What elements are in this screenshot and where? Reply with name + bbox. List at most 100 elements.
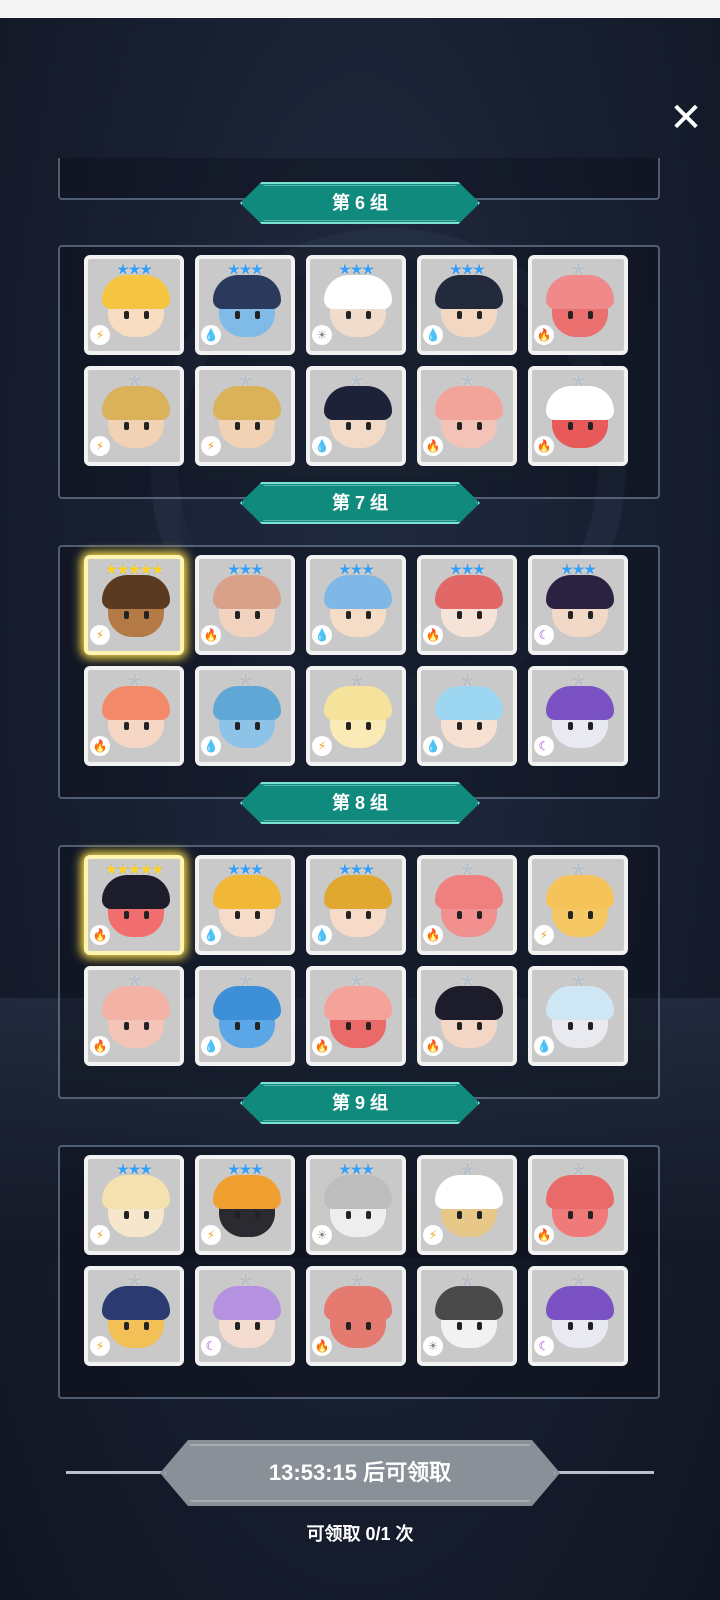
star-rating-icon: ★	[239, 1272, 252, 1288]
water-element-icon: 💧	[312, 436, 332, 456]
hero-card[interactable]: ★ 💧	[417, 666, 517, 766]
reward-groups-list[interactable]: 第 6 组 ★★★ ⚡ ★★★ 💧 ★★★ ☀ ★★★ 💧 ★ 🔥 ★ ⚡ ★ ⚡ ★ 💧 ★ 🔥 ★ 🔥 第 7 组 ★★…	[0, 158, 720, 1410]
hero-card[interactable]: ★★★ 🔥	[417, 555, 517, 655]
fire-element-icon: 🔥	[312, 1036, 332, 1056]
hero-card[interactable]: ★ 💧	[528, 966, 628, 1066]
hero-card[interactable]: ★ 🔥	[306, 966, 406, 1066]
hero-hair	[102, 875, 170, 909]
light-element-icon: ☀	[312, 1225, 332, 1245]
hero-eye	[235, 1211, 240, 1219]
hero-card[interactable]: ★★★ 💧	[306, 855, 406, 955]
hero-eye	[457, 911, 462, 919]
star-rating-icon: ★★★	[449, 561, 486, 577]
hero-eye	[366, 1322, 371, 1330]
claim-timer-label: 13:53:15 后可领取	[268, 1460, 452, 1485]
dark-element-icon: ☾	[534, 1336, 554, 1356]
hero-hair	[213, 1175, 281, 1209]
star-rating-icon: ★★★	[338, 561, 375, 577]
hero-eye	[255, 1211, 260, 1219]
hero-card[interactable]: ★★★ ☾	[528, 555, 628, 655]
star-rating-icon: ★	[128, 672, 141, 688]
hero-card[interactable]: ★ ⚡	[84, 1266, 184, 1366]
star-rating-icon: ★	[572, 1272, 585, 1288]
hero-eye	[144, 1322, 149, 1330]
star-rating-icon: ★	[350, 972, 363, 988]
hero-card[interactable]: ★ 💧	[195, 666, 295, 766]
hero-card[interactable]: ★★★ ☀	[306, 1155, 406, 1255]
star-rating-icon: ★	[461, 1161, 474, 1177]
hero-eye	[346, 422, 351, 430]
hero-card[interactable]: ★ 🔥	[528, 366, 628, 466]
hero-card[interactable]: ★ ⚡	[306, 666, 406, 766]
star-rating-icon: ★	[461, 972, 474, 988]
group-panel: ★★★★★ 🔥 ★★★ 💧 ★★★ 💧 ★ 🔥 ★ ⚡ ★ 🔥 ★ 💧 ★ 🔥 ★ 🔥 ★ 💧	[58, 845, 660, 1099]
hero-eye	[568, 422, 573, 430]
hero-hair	[324, 686, 392, 720]
star-rating-icon: ★	[572, 1161, 585, 1177]
hero-card[interactable]: ★★★ 💧	[195, 855, 295, 955]
hero-eye	[235, 1022, 240, 1030]
hero-card[interactable]: ★ ☾	[195, 1266, 295, 1366]
star-rating-icon: ★	[461, 372, 474, 388]
hero-eye	[366, 1211, 371, 1219]
hero-eye	[235, 311, 240, 319]
hero-card[interactable]: ★ 💧	[195, 966, 295, 1066]
hero-eye	[477, 722, 482, 730]
claim-timer-button[interactable]: 13:53:15 后可领取	[160, 1440, 560, 1506]
hero-hair	[546, 275, 614, 309]
hero-card[interactable]: ★ ☾	[528, 1266, 628, 1366]
hero-card[interactable]: ★ ☀	[417, 1266, 517, 1366]
group-banner: 第 6 组	[240, 182, 480, 224]
hero-card[interactable]: ★ 🔥	[84, 666, 184, 766]
hero-eye	[568, 722, 573, 730]
hero-card[interactable]: ★★★ ⚡	[84, 1155, 184, 1255]
hero-card[interactable]: ★ 🔥	[417, 366, 517, 466]
hero-card[interactable]: ★ ⚡	[417, 1155, 517, 1255]
hero-card[interactable]: ★ 🔥	[84, 966, 184, 1066]
hero-eye	[124, 722, 129, 730]
hero-eye	[457, 1322, 462, 1330]
hero-card[interactable]: ★ ⚡	[195, 366, 295, 466]
hero-card[interactable]: ★ ⚡	[528, 855, 628, 955]
hero-eye	[568, 911, 573, 919]
hero-eye	[477, 611, 482, 619]
hero-card[interactable]: ★★★ 💧	[417, 255, 517, 355]
hero-hair	[435, 875, 503, 909]
hero-card[interactable]: ★★★ ⚡	[84, 255, 184, 355]
hero-eye	[588, 311, 593, 319]
star-rating-icon: ★	[350, 672, 363, 688]
star-rating-icon: ★	[572, 861, 585, 877]
hero-card[interactable]: ★★★★★ ⚡	[84, 555, 184, 655]
fire-element-icon: 🔥	[90, 1036, 110, 1056]
hero-hair	[435, 986, 503, 1020]
star-rating-icon: ★★★	[116, 261, 153, 277]
close-icon[interactable]: ✕	[664, 96, 708, 140]
star-rating-icon: ★★★	[227, 1161, 264, 1177]
thunder-element-icon: ⚡	[90, 325, 110, 345]
hero-card[interactable]: ★★★ 🔥	[195, 555, 295, 655]
hero-card[interactable]: ★★★ 💧	[195, 255, 295, 355]
hero-card[interactable]: ★ ☾	[528, 666, 628, 766]
hero-card[interactable]: ★ ⚡	[84, 366, 184, 466]
hero-eye	[346, 1322, 351, 1330]
star-rating-icon: ★	[572, 261, 585, 277]
hero-hair	[324, 575, 392, 609]
thunder-element-icon: ⚡	[534, 925, 554, 945]
star-rating-icon: ★	[239, 972, 252, 988]
hero-card[interactable]: ★★★ ⚡	[195, 1155, 295, 1255]
hero-hair	[546, 575, 614, 609]
hero-card[interactable]: ★ 🔥	[417, 855, 517, 955]
hero-card[interactable]: ★ 💧	[306, 366, 406, 466]
hero-card[interactable]: ★ 🔥	[528, 255, 628, 355]
hero-eye	[477, 422, 482, 430]
hero-card[interactable]: ★★★ 💧	[306, 555, 406, 655]
hero-card[interactable]: ★ 🔥	[306, 1266, 406, 1366]
hero-hair	[102, 986, 170, 1020]
hero-eye	[346, 722, 351, 730]
hero-card[interactable]: ★ 🔥	[528, 1155, 628, 1255]
hero-card[interactable]: ★★★★★ 🔥	[84, 855, 184, 955]
hero-card[interactable]: ★ 🔥	[417, 966, 517, 1066]
hero-card[interactable]: ★★★ ☀	[306, 255, 406, 355]
hero-hair	[324, 386, 392, 420]
fire-element-icon: 🔥	[534, 436, 554, 456]
